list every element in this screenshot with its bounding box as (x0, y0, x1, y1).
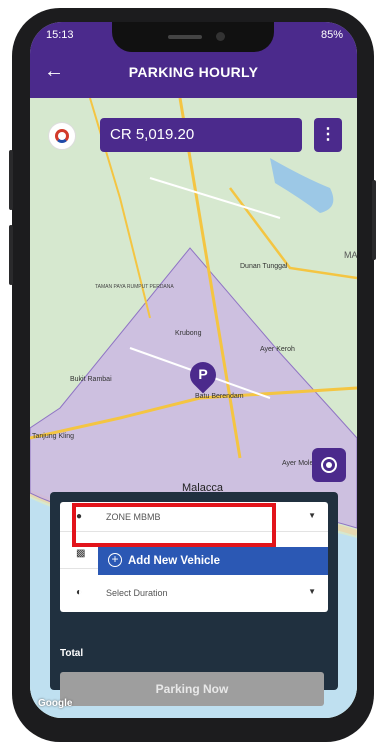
phone-notch (112, 22, 274, 52)
status-time: 15:13 (46, 29, 74, 41)
balance-row: CR 5,019.20 ⋮ (48, 118, 342, 154)
car-icon: ▩ (76, 548, 86, 559)
phone-side-button (9, 150, 13, 210)
my-location-button[interactable] (312, 448, 346, 482)
chevron-down-icon: ▼ (308, 511, 316, 520)
annotation-highlight-box (72, 503, 276, 547)
phone-side-button (372, 180, 376, 260)
council-logo-icon (48, 122, 76, 150)
phone-side-button (9, 225, 13, 285)
clock-icon: ◐ (76, 587, 83, 598)
battery-level: 85% (320, 29, 343, 41)
page-title: PARKING HOURLY (128, 64, 259, 80)
kebab-menu-icon[interactable]: ⋮ (314, 118, 342, 152)
map-label: Batu Berendam (195, 393, 244, 400)
map-label: Krubong (175, 330, 202, 337)
google-attribution: Google (38, 698, 73, 709)
app-header: ← PARKING HOURLY (30, 48, 357, 98)
map-label: Ayer Keroh (260, 346, 295, 353)
parking-marker[interactable]: P (184, 356, 222, 394)
map-label: Tanjung Kling (32, 433, 74, 440)
plus-circle-icon: + (108, 553, 122, 567)
duration-select[interactable]: ◐ Select Duration ▼ (60, 578, 328, 608)
duration-placeholder: Select Duration (106, 588, 168, 598)
chevron-down-icon: ▼ (308, 587, 316, 596)
add-new-vehicle-label: Add New Vehicle (128, 555, 221, 567)
parking-marker-letter: P (198, 366, 208, 382)
credit-balance[interactable]: CR 5,019.20 (100, 118, 302, 152)
phone-screen: Dunan Tunggal TAMAN PAYA RUMPUT PERDANA … (30, 22, 357, 718)
map-label: Bukit Rambai (70, 376, 112, 383)
add-new-vehicle-option[interactable]: + Add New Vehicle (98, 547, 328, 575)
total-label: Total (60, 648, 84, 659)
parking-now-button[interactable]: Parking Now (60, 672, 324, 706)
map-label: Dunan Tunggal (240, 263, 288, 270)
map-label: TAMAN PAYA RUMPUT PERDANA (95, 284, 174, 290)
map-label: MA (344, 250, 357, 260)
